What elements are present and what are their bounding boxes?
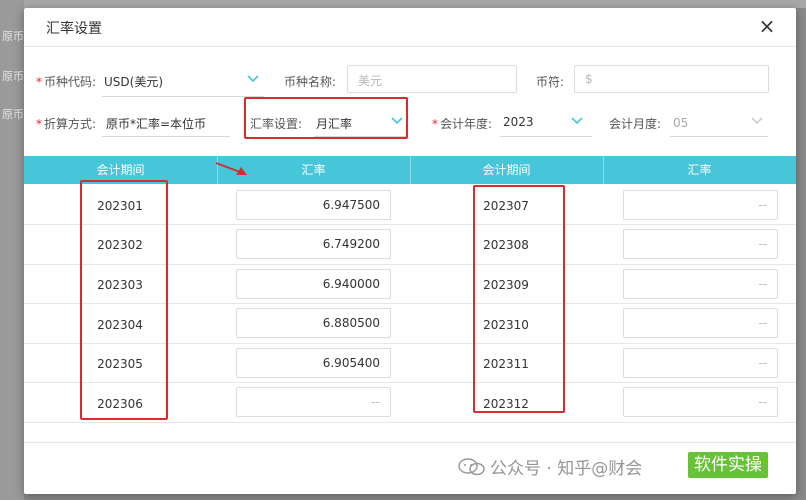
chevron-down-icon[interactable] [246,74,260,84]
exchange-rate-dialog: 汇率设置 × * 币种代码: USD(美元) 币种名称: 美元 币符: $ * 折算… [24,8,796,494]
period-column-highlight-right [473,185,565,413]
rate-input[interactable]: -- [623,229,778,259]
rate-input[interactable]: -- [623,348,778,378]
watermark-text: 公众号 · 知乎@财会 [490,459,643,479]
currency-code-underline [102,96,264,97]
rate-input[interactable]: -- [623,190,778,220]
symbol-label: 币符: [536,75,565,89]
rate-input[interactable]: -- [623,387,778,417]
currency-name-placeholder: 美元 [358,74,383,88]
period-column-highlight-left [80,180,168,420]
symbol-input[interactable]: $ [574,65,769,93]
footer-divider [24,442,796,443]
column-header-period: 会计期间 [482,163,531,177]
arrow-annotation-icon [214,160,250,178]
row-divider [24,422,796,423]
background-row-label: 原币 [2,70,24,83]
wechat-icon [458,457,486,477]
close-icon[interactable]: × [756,16,778,38]
background-app-header [24,0,806,8]
conversion-method-label-text: 折算方式: [44,117,97,131]
rate-input[interactable]: -- [236,387,391,417]
background-row-label: 原币 [2,108,24,121]
conversion-method-label: * 折算方式: [36,117,97,131]
currency-code-label: * 币种代码: [36,75,97,89]
fiscal-month-label: 会计月度: [609,117,662,131]
fiscal-month-select[interactable]: 05 [673,116,688,130]
rate-setting-highlight [244,97,408,139]
background-app-sidebar: 原币 原币 原币 [0,0,24,500]
symbol-placeholder: $ [585,72,593,86]
currency-code-label-text: 币种代码: [44,75,97,89]
conversion-method-underline [102,136,230,137]
title-divider [24,46,796,47]
column-header-rate: 汇率 [687,163,712,177]
fiscal-year-underline [500,136,592,137]
fiscal-year-select[interactable]: 2023 [503,115,534,129]
fiscal-year-label-text: 会计年度: [440,117,493,131]
rate-input[interactable]: 6.749200 [236,229,391,259]
fiscal-month-underline [670,136,768,137]
rate-input[interactable]: 6.880500 [236,308,391,338]
currency-code-select[interactable]: USD(美元) [104,73,163,90]
rate-input[interactable]: -- [623,308,778,338]
rate-input[interactable]: 6.947500 [236,190,391,220]
rate-input[interactable]: 6.940000 [236,269,391,299]
currency-name-input[interactable]: 美元 [347,65,517,93]
watermark-tag: 软件实操 [688,452,768,478]
rate-input[interactable]: 6.905400 [236,348,391,378]
chevron-down-icon[interactable] [750,116,764,126]
chevron-down-icon[interactable] [570,116,584,126]
conversion-method-select[interactable]: 原币*汇率=本位币 [106,115,206,132]
fiscal-year-label: * 会计年度: [432,117,493,131]
background-row-label: 原币 [2,30,24,43]
dialog-title: 汇率设置 [46,21,102,37]
rate-input[interactable]: -- [623,269,778,299]
currency-name-label: 币种名称: [284,75,337,89]
